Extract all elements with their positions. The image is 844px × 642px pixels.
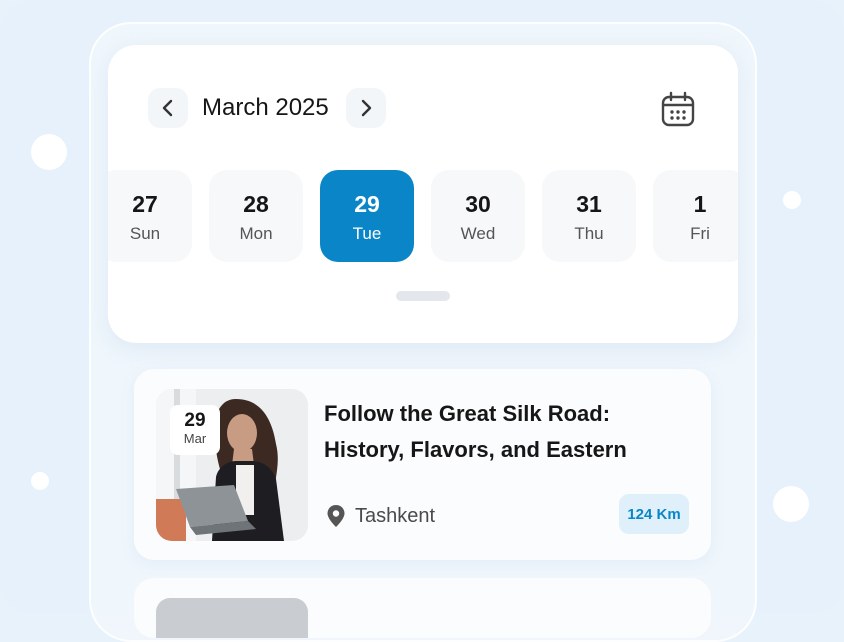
decorative-dot <box>783 191 801 209</box>
day-weekday: Tue <box>352 224 382 243</box>
month-label: March 2025 <box>202 94 329 121</box>
chevron-right-icon <box>361 99 372 117</box>
event-title-line2: History, Flavors, and Eastern <box>324 437 627 462</box>
location-pin-icon <box>327 505 345 527</box>
day-number: 29 <box>354 191 380 217</box>
day-weekday: Fri <box>690 224 710 243</box>
day-30[interactable]: 30 Wed <box>431 170 525 262</box>
decorative-dot <box>773 486 809 522</box>
event-title-line1: Follow the Great Silk Road: <box>324 401 611 426</box>
day-1[interactable]: 1 Fri <box>653 170 738 262</box>
chevron-left-icon <box>162 99 173 117</box>
day-27[interactable]: 27 Sun <box>108 170 192 262</box>
event-card[interactable]: 29 Mar Follow the Great Silk Road: Histo… <box>134 369 711 560</box>
event-card[interactable] <box>134 578 711 638</box>
decorative-dot <box>31 472 49 490</box>
day-number: 31 <box>576 191 602 217</box>
day-number: 30 <box>465 191 491 217</box>
day-29-selected[interactable]: 29 Tue <box>320 170 414 262</box>
day-weekday: Thu <box>574 224 604 243</box>
day-weekday: Mon <box>239 224 273 243</box>
day-31[interactable]: 31 Thu <box>542 170 636 262</box>
event-date-day: 29 <box>184 410 206 431</box>
day-28[interactable]: 28 Mon <box>209 170 303 262</box>
event-date-chip: 29 Mar <box>170 405 220 455</box>
event-date-month: Mar <box>183 431 207 446</box>
day-weekday: Sun <box>129 224 161 243</box>
prev-month-button[interactable] <box>148 88 188 128</box>
day-number: 27 <box>132 191 158 217</box>
decorative-dot <box>31 134 67 170</box>
distance-badge: 124 Km <box>619 494 689 534</box>
drag-handle[interactable] <box>396 291 450 301</box>
event-title[interactable]: Follow the Great Silk Road: History, Fla… <box>324 396 684 468</box>
day-number: 1 <box>693 191 707 217</box>
event-location: Tashkent <box>355 505 436 527</box>
event-photo <box>156 598 308 638</box>
event-photo: 29 Mar <box>156 389 308 541</box>
calendar-card: March 2025 27 Sun 28 Mon 29 Tue 30 Wed 3… <box>108 45 738 343</box>
day-number: 28 <box>243 191 269 217</box>
next-month-button[interactable] <box>346 88 386 128</box>
calendar-icon[interactable] <box>658 89 698 129</box>
day-weekday: Wed <box>460 224 496 243</box>
